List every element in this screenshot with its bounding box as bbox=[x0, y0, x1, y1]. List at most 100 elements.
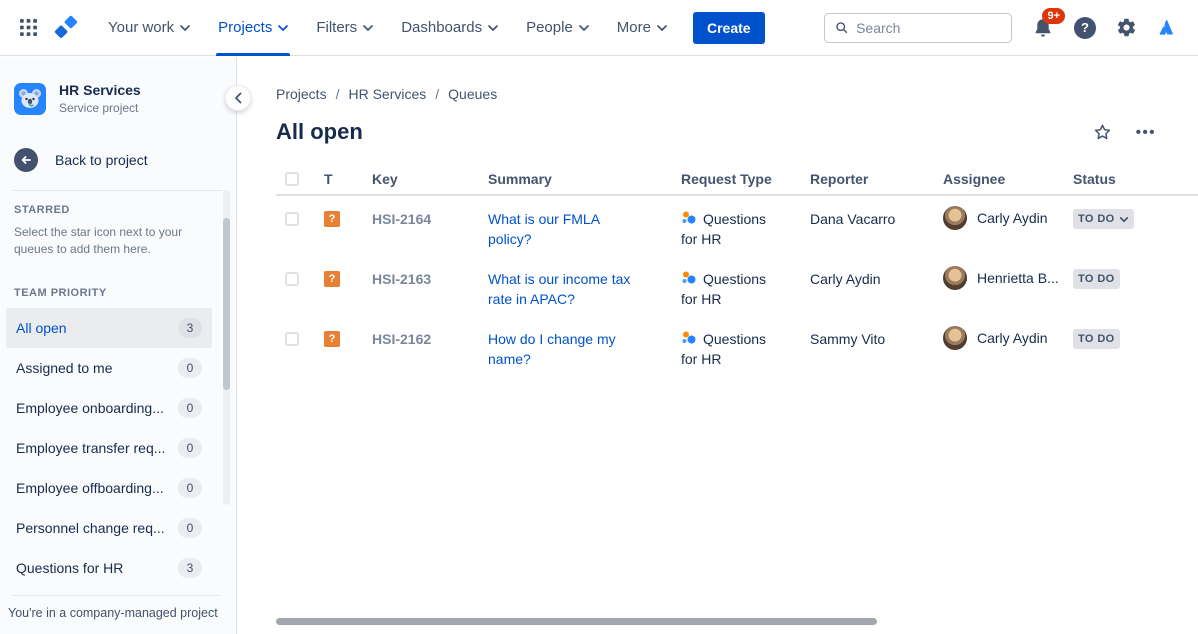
notifications-button[interactable]: 9+ bbox=[1032, 17, 1054, 39]
breadcrumb-separator: / bbox=[336, 86, 340, 102]
sidebar-item-personnel-change[interactable]: Personnel change req... 0 bbox=[6, 508, 212, 548]
issue-summary-link[interactable]: What is our income tax rate in APAC? bbox=[488, 269, 646, 309]
settings-button[interactable] bbox=[1116, 17, 1137, 38]
table-row: ? HSI-2164 What is our FMLA policy? Ques… bbox=[276, 196, 1198, 256]
issue-summary-link[interactable]: How do I change my name? bbox=[488, 329, 646, 369]
queue-count-badge: 0 bbox=[178, 518, 202, 538]
column-header-key: Key bbox=[372, 171, 488, 187]
nav-filters[interactable]: Filters bbox=[302, 0, 387, 56]
chevron-down-icon bbox=[657, 25, 667, 31]
nav-people[interactable]: People bbox=[512, 0, 603, 56]
assignee-cell: Carly Aydin bbox=[943, 206, 1073, 230]
column-header-reporter: Reporter bbox=[810, 171, 943, 187]
sidebar-scrollbar-thumb[interactable] bbox=[223, 218, 230, 390]
nav-label: Your work bbox=[108, 19, 174, 36]
chevron-left-icon bbox=[234, 92, 243, 104]
status-dropdown[interactable]: TO DO bbox=[1073, 209, 1134, 229]
table-row: ? HSI-2162 How do I change my name? Ques… bbox=[276, 316, 1198, 376]
atlassian-logo-button[interactable] bbox=[1157, 17, 1178, 38]
sidebar-item-assigned-to-me[interactable]: Assigned to me 0 bbox=[6, 348, 212, 388]
queue-count-badge: 3 bbox=[178, 318, 202, 338]
queue-count-badge: 0 bbox=[178, 398, 202, 418]
project-mode-note: You're in a company-managed project bbox=[0, 596, 235, 634]
nav-projects[interactable]: Projects bbox=[204, 0, 302, 56]
row-checkbox[interactable] bbox=[285, 212, 299, 226]
nav-label: Dashboards bbox=[401, 19, 482, 36]
sidebar-footer: You're in a company-managed project bbox=[0, 595, 235, 634]
queue-list: All open 3 Assigned to me 0 Employee onb… bbox=[0, 308, 236, 588]
horizontal-scrollbar-thumb[interactable] bbox=[276, 618, 877, 625]
sidebar-item-employee-onboarding[interactable]: Employee onboarding... 0 bbox=[6, 388, 212, 428]
column-header-assignee: Assignee bbox=[943, 171, 1073, 187]
project-info: HR Services Service project bbox=[59, 82, 141, 115]
queue-count-badge: 0 bbox=[178, 438, 202, 458]
back-arrow-icon bbox=[14, 148, 38, 172]
status-dropdown[interactable]: TO DO bbox=[1073, 269, 1120, 289]
topnav-right: 9+ ? bbox=[824, 13, 1178, 43]
nav-your-work[interactable]: Your work bbox=[94, 0, 204, 56]
star-queue-button[interactable] bbox=[1092, 122, 1113, 143]
page-actions: ••• bbox=[1092, 122, 1156, 143]
sidebar-collapse-button[interactable] bbox=[225, 85, 251, 111]
queue-label: Employee offboarding... bbox=[16, 480, 164, 496]
create-button[interactable]: Create bbox=[693, 12, 765, 44]
back-to-project-button[interactable]: Back to project bbox=[0, 148, 162, 172]
column-header-status: Status bbox=[1073, 171, 1198, 187]
nav-label: Projects bbox=[218, 19, 272, 36]
chevron-down-icon bbox=[180, 25, 190, 31]
avatar bbox=[943, 266, 967, 290]
request-type-cell: Questions for HR bbox=[681, 269, 783, 309]
page-header: All open ••• bbox=[276, 114, 1198, 150]
nav-dashboards[interactable]: Dashboards bbox=[387, 0, 512, 56]
reporter-name: Sammy Vito bbox=[810, 329, 943, 347]
breadcrumb: Projects / HR Services / Queues bbox=[276, 84, 1198, 104]
issue-key: HSI-2164 bbox=[372, 209, 488, 227]
avatar bbox=[943, 206, 967, 230]
sidebar-item-employee-transfer[interactable]: Employee transfer req... 0 bbox=[6, 428, 212, 468]
row-checkbox[interactable] bbox=[285, 332, 299, 346]
more-actions-button[interactable]: ••• bbox=[1136, 124, 1156, 141]
select-all-checkbox[interactable] bbox=[285, 172, 299, 186]
issue-summary-link[interactable]: What is our FMLA policy? bbox=[488, 209, 646, 249]
row-checkbox[interactable] bbox=[285, 272, 299, 286]
app-switcher-icon[interactable] bbox=[12, 12, 44, 44]
search-icon bbox=[835, 20, 848, 35]
column-header-request-type: Request Type bbox=[681, 171, 810, 187]
table-header-row: T Key Summary Request Type Reporter Assi… bbox=[276, 164, 1198, 196]
queue-label: Questions for HR bbox=[16, 560, 123, 576]
jira-mark-icon bbox=[53, 15, 79, 41]
nav-label: Filters bbox=[316, 19, 357, 36]
sidebar-item-questions-for-hr[interactable]: Questions for HR 3 bbox=[6, 548, 212, 588]
starred-section-title: STARRED bbox=[0, 204, 236, 216]
queue-label: Employee transfer req... bbox=[16, 440, 165, 456]
sidebar-item-all-open[interactable]: All open 3 bbox=[6, 308, 212, 348]
jira-logo-icon[interactable] bbox=[52, 14, 80, 42]
grid-icon bbox=[20, 19, 37, 36]
queue-label: Employee onboarding... bbox=[16, 400, 164, 416]
search-input[interactable] bbox=[856, 20, 1001, 36]
divider bbox=[12, 190, 222, 191]
help-button[interactable]: ? bbox=[1074, 17, 1096, 39]
breadcrumb-projects[interactable]: Projects bbox=[276, 86, 327, 102]
nav-label: More bbox=[617, 19, 651, 36]
chevron-down-icon bbox=[363, 25, 373, 31]
request-type-cell: Questions for HR bbox=[681, 329, 783, 369]
search-box bbox=[824, 13, 1012, 43]
chevron-down-icon bbox=[579, 25, 589, 31]
status-label: TO DO bbox=[1078, 333, 1115, 345]
project-header: HR Services Service project bbox=[0, 57, 236, 115]
project-type: Service project bbox=[59, 101, 141, 115]
queue-count-badge: 3 bbox=[178, 558, 202, 578]
column-header-type: T bbox=[324, 171, 372, 187]
breadcrumb-hr-services[interactable]: HR Services bbox=[348, 86, 426, 102]
atlassian-icon bbox=[1157, 17, 1178, 38]
gear-icon bbox=[1116, 17, 1137, 38]
assignee-name: Carly Aydin bbox=[977, 210, 1048, 226]
starred-hint: Select the star icon next to your queues… bbox=[0, 224, 215, 258]
issue-key: HSI-2162 bbox=[372, 329, 488, 347]
sidebar-item-employee-offboarding[interactable]: Employee offboarding... 0 bbox=[6, 468, 212, 508]
breadcrumb-queues[interactable]: Queues bbox=[448, 86, 497, 102]
nav-more[interactable]: More bbox=[603, 0, 681, 56]
reporter-name: Dana Vacarro bbox=[810, 209, 943, 227]
status-dropdown[interactable]: TO DO bbox=[1073, 329, 1120, 349]
